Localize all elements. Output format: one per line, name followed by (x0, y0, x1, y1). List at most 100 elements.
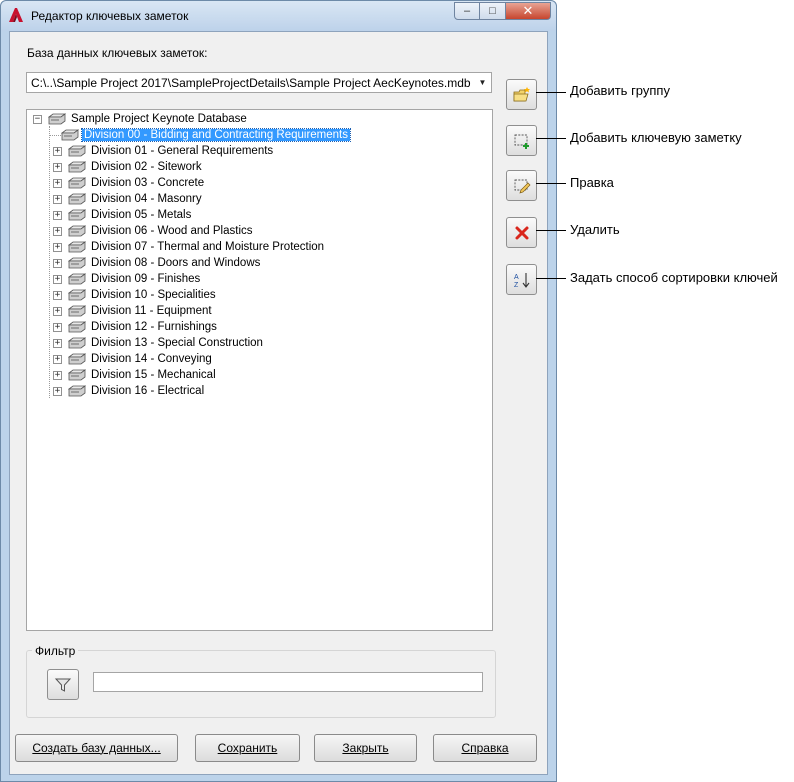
edit-button[interactable] (506, 170, 537, 201)
expand-icon[interactable]: + (53, 162, 62, 172)
maximize-button[interactable]: □ (480, 2, 506, 20)
callout-sort: Задать способ сортировки ключей (570, 270, 778, 285)
sort-button[interactable]: A Z (506, 264, 537, 295)
edit-icon (514, 179, 530, 194)
collapse-icon[interactable]: − (33, 114, 42, 124)
tree-item-label: Division 14 - Conveying (91, 353, 212, 365)
tree-item[interactable]: + Division 02 - Sitework (53, 159, 204, 175)
division-folder-icon (68, 241, 86, 253)
tree-item[interactable]: + Division 10 - Specialities (53, 287, 218, 303)
expand-icon[interactable]: + (53, 338, 62, 348)
tree-root[interactable]: − Sample Project Keynote Database (33, 111, 249, 127)
tree-item[interactable]: + Division 07 - Thermal and Moisture Pro… (53, 239, 326, 255)
division-folder-icon (68, 321, 86, 333)
expand-icon[interactable]: + (53, 178, 62, 188)
title-bar[interactable]: Редактор ключевых заметок – □ ✕ (1, 1, 556, 31)
tree-item[interactable]: + Division 11 - Equipment (53, 303, 214, 319)
tree-item[interactable]: + Division 16 - Electrical (53, 383, 206, 399)
tree-item[interactable]: + Division 06 - Wood and Plastics (53, 223, 255, 239)
filter-input[interactable] (93, 672, 483, 692)
close-button[interactable]: Закрыть (314, 734, 417, 762)
tree-item-label: Division 10 - Specialities (91, 289, 216, 301)
tree-item[interactable]: + Division 09 - Finishes (53, 271, 202, 287)
tree-item[interactable]: + Division 13 - Special Construction (53, 335, 265, 351)
tree-connector (49, 134, 63, 136)
tree-item-label: Division 09 - Finishes (91, 273, 201, 285)
dropdown-arrow-icon[interactable]: ▼ (474, 73, 491, 92)
division-folder-icon (68, 193, 86, 205)
callout-line (536, 183, 566, 184)
filter-icon (54, 678, 72, 692)
division-folder-icon (68, 225, 86, 237)
filter-legend: Фильтр (32, 644, 79, 658)
tree-item-label: Division 00 - Bidding and Contracting Re… (80, 128, 352, 142)
division-folder-icon (68, 257, 86, 269)
division-folder-icon (68, 369, 86, 381)
tree-item-label: Division 13 - Special Construction (91, 337, 263, 349)
expand-icon[interactable]: + (53, 226, 62, 236)
tree-item-label: Division 03 - Concrete (91, 177, 205, 189)
tree-connector (49, 126, 50, 398)
tree-item-label: Division 16 - Electrical (91, 385, 205, 397)
delete-button[interactable] (506, 217, 537, 248)
tree-item[interactable]: Division 00 - Bidding and Contracting Re… (49, 127, 352, 143)
expand-icon[interactable]: + (53, 386, 62, 396)
add-group-button[interactable] (506, 79, 537, 110)
expand-icon[interactable]: + (53, 242, 62, 252)
save-button[interactable]: Сохранить (195, 734, 300, 762)
division-folder-icon (68, 145, 86, 157)
expand-icon[interactable]: + (53, 306, 62, 316)
svg-text:Z: Z (514, 282, 519, 289)
minimize-button[interactable]: – (454, 2, 480, 20)
database-path: C:\..\Sample Project 2017\SampleProjectD… (31, 76, 471, 90)
tree-item[interactable]: + Division 15 - Mechanical (53, 367, 218, 383)
expand-icon[interactable]: + (53, 322, 62, 332)
sort-az-icon: A Z (514, 272, 529, 289)
window-controls: – □ ✕ (454, 2, 551, 20)
expand-icon[interactable]: + (53, 146, 62, 156)
close-window-button[interactable]: ✕ (506, 2, 551, 20)
database-label: База данных ключевых заметок: (27, 46, 208, 60)
tree-item-label: Division 05 - Metals (91, 209, 192, 221)
tree-item-label: Division 07 - Thermal and Moisture Prote… (91, 241, 325, 253)
expand-icon[interactable]: + (53, 354, 62, 364)
folder-add-icon (513, 86, 530, 101)
tree-root-label: Sample Project Keynote Database (71, 113, 247, 125)
dialog-client-area: База данных ключевых заметок: C:\..\Samp… (9, 31, 548, 775)
help-button[interactable]: Справка (433, 734, 537, 762)
callout-line (536, 278, 566, 279)
expand-icon[interactable]: + (53, 290, 62, 300)
svg-text:A: A (514, 274, 519, 281)
expand-icon[interactable]: + (53, 274, 62, 284)
expand-icon[interactable]: + (53, 370, 62, 380)
expand-icon[interactable]: + (53, 258, 62, 268)
keynote-add-icon (514, 134, 529, 149)
callout-line (536, 138, 566, 139)
expand-icon[interactable]: + (53, 210, 62, 220)
division-folder-icon (68, 385, 86, 397)
tree-item[interactable]: + Division 08 - Doors and Windows (53, 255, 262, 271)
division-folder-icon (68, 353, 86, 365)
create-database-button[interactable]: Создать базу данных... (15, 734, 178, 762)
callout-line (536, 92, 566, 93)
tree-item[interactable]: + Division 14 - Conveying (53, 351, 214, 367)
tree-item[interactable]: + Division 04 - Masonry (53, 191, 204, 207)
division-folder-icon (68, 289, 86, 301)
keynote-tree[interactable]: − Sample Project Keynote Database Divisi… (26, 109, 493, 631)
database-select[interactable]: C:\..\Sample Project 2017\SampleProjectD… (26, 72, 492, 93)
tree-item[interactable]: + Division 01 - General Requirements (53, 143, 275, 159)
filter-button[interactable] (47, 669, 79, 700)
tree-item-label: Division 04 - Masonry (91, 193, 202, 205)
callout-edit: Правка (570, 175, 614, 190)
division-folder-icon (68, 305, 86, 317)
tree-item[interactable]: + Division 12 - Furnishings (53, 319, 219, 335)
tree-item-label: Division 08 - Doors and Windows (91, 257, 261, 269)
tree-item[interactable]: + Division 05 - Metals (53, 207, 193, 223)
tree-item-label: Division 01 - General Requirements (91, 145, 274, 157)
expand-icon[interactable]: + (53, 194, 62, 204)
tree-item[interactable]: + Division 03 - Concrete (53, 175, 206, 191)
division-folder-icon (61, 129, 79, 141)
add-keynote-button[interactable] (506, 125, 537, 156)
tree-item-label: Division 06 - Wood and Plastics (91, 225, 253, 237)
tree-item-label: Division 15 - Mechanical (91, 369, 216, 381)
